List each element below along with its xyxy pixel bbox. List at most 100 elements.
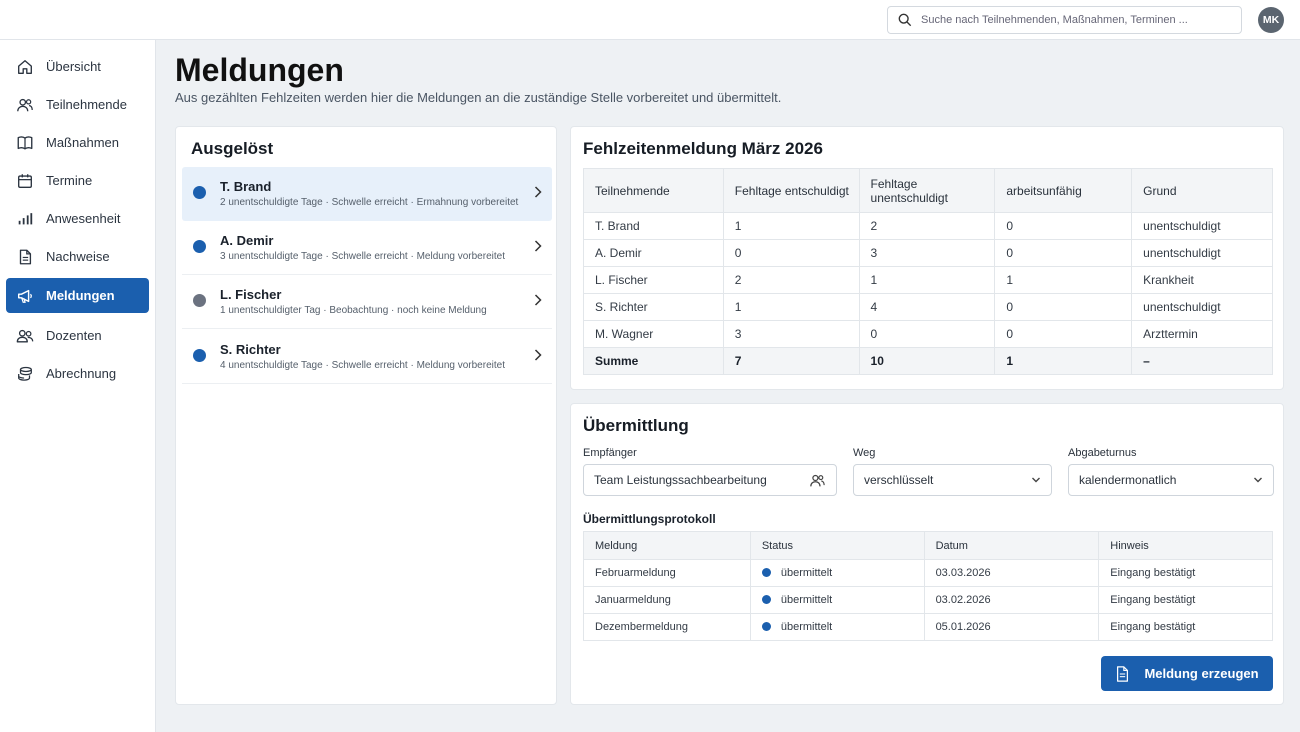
table-cell: 03.02.2026 — [923, 586, 1100, 614]
list-item[interactable]: T. Brand 2 unentschuldigte Tage · Schwel… — [182, 167, 552, 221]
table-cell: L. Fischer — [583, 266, 724, 294]
status-text: übermittelt — [780, 621, 833, 633]
page-subtitle: Aus gezählten Fehlzeiten werden hier die… — [175, 90, 782, 105]
bar-chart-icon — [18, 212, 33, 224]
table-header-row: Teilnehmende Fehltage entschuldigt Fehlt… — [583, 168, 1273, 213]
table-row: A. Demir 0 3 0 unentschuldigt — [583, 239, 1273, 267]
triggered-title: Ausgelöst — [191, 139, 274, 158]
sidebar-item-termine[interactable]: Termine — [6, 163, 149, 198]
table-cell: 1 — [858, 266, 996, 294]
table-cell: Januarmeldung — [583, 586, 751, 614]
sidebar-item-massnahmen[interactable]: Maßnahmen — [6, 125, 149, 160]
table-header-row: Meldung Status Datum Hinweis — [583, 531, 1273, 560]
table-cell: T. Brand — [583, 212, 724, 240]
column-header: Fehltage entschuldigt — [722, 168, 860, 213]
sidebar-item-dozenten[interactable]: Dozenten — [6, 318, 149, 353]
way-select[interactable]: verschlüsselt — [853, 464, 1052, 496]
participant-name: T. Brand — [220, 179, 272, 194]
sidebar: Übersicht Teilnehmende Maßnahmen Termine… — [0, 40, 156, 732]
sidebar-item-uebersicht[interactable]: Übersicht — [6, 49, 149, 84]
chevron-right-icon — [534, 240, 542, 252]
sidebar-item-label: Nachweise — [46, 249, 110, 264]
absence-table: Teilnehmende Fehltage entschuldigt Fehlt… — [583, 168, 1273, 375]
sidebar-item-teilnehmende[interactable]: Teilnehmende — [6, 87, 149, 122]
table-row: M. Wagner 3 0 0 Arzttermin — [583, 320, 1273, 348]
way-value: verschlüsselt — [864, 473, 934, 487]
table-row: S. Richter 1 4 0 unentschuldigt — [583, 293, 1273, 321]
table-cell: übermittelt — [749, 613, 925, 641]
table-row: Februarmeldung übermittelt 03.03.2026 Ei… — [583, 559, 1273, 587]
table-cell: übermittelt — [749, 559, 925, 587]
column-header: Hinweis — [1098, 531, 1273, 560]
way-label: Weg — [853, 447, 876, 459]
table-cell: 2 — [722, 266, 860, 294]
sidebar-item-anwesenheit[interactable]: Anwesenheit — [6, 201, 149, 236]
chevron-right-icon — [534, 349, 542, 361]
table-cell: unentschuldigt — [1131, 239, 1273, 267]
table-cell: Dezembermeldung — [583, 613, 751, 641]
search-box[interactable] — [887, 6, 1242, 34]
triggered-card: Ausgelöst T. Brand 2 unentschuldigte Tag… — [175, 126, 557, 705]
table-cell: unentschuldigt — [1131, 212, 1273, 240]
chevron-right-icon — [534, 294, 542, 306]
column-header: Grund — [1131, 168, 1273, 213]
table-cell: Eingang bestätigt — [1098, 586, 1273, 614]
list-item[interactable]: L. Fischer 1 unentschuldigter Tag · Beob… — [182, 275, 552, 329]
status-text: übermittelt — [780, 567, 833, 579]
sidebar-item-meldungen[interactable]: Meldungen — [6, 278, 149, 313]
table-cell: unentschuldigt — [1131, 293, 1273, 321]
users-icon[interactable] — [809, 473, 826, 488]
column-header: Fehltage unentschuldigt — [858, 168, 996, 213]
status-dot — [193, 349, 206, 362]
sidebar-item-label: Dozenten — [46, 328, 102, 343]
table-cell: 1 — [994, 266, 1133, 294]
table-cell: 1 — [722, 212, 860, 240]
cycle-select[interactable]: kalendermonatlich — [1068, 464, 1274, 496]
table-cell: 10 — [858, 347, 996, 375]
create-report-button[interactable]: Meldung erzeugen — [1101, 656, 1273, 691]
table-cell: übermittelt — [749, 586, 925, 614]
sidebar-item-label: Meldungen — [46, 288, 115, 303]
table-cell: 0 — [858, 320, 996, 348]
create-report-label: Meldung erzeugen — [1144, 666, 1259, 681]
list-item[interactable]: A. Demir 3 unentschuldigte Tage · Schwel… — [182, 221, 552, 275]
table-cell: 2 — [858, 212, 996, 240]
status-dot — [761, 568, 771, 577]
people-icon — [16, 329, 34, 343]
report-card: Fehlzeitenmeldung März 2026 Teilnehmende… — [570, 126, 1284, 390]
chevron-down-icon — [1032, 477, 1040, 483]
transfer-title: Übermittlung — [583, 416, 689, 435]
table-row: L. Fischer 2 1 1 Krankheit — [583, 266, 1273, 294]
list-item[interactable]: S. Richter 4 unentschuldigte Tage · Schw… — [182, 330, 552, 384]
participant-status: 3 unentschuldigte Tage · Schwelle erreic… — [220, 251, 505, 262]
book-icon — [17, 135, 33, 150]
status-dot — [193, 240, 206, 253]
participant-status: 2 unentschuldigte Tage · Schwelle erreic… — [220, 197, 519, 208]
recipient-value: Team Leistungssachbearbeitung — [594, 473, 767, 487]
recipient-field[interactable]: Team Leistungssachbearbeitung — [583, 464, 837, 496]
avatar[interactable]: MK — [1258, 7, 1284, 33]
sidebar-item-label: Termine — [46, 173, 93, 188]
search-input[interactable] — [921, 14, 1221, 26]
table-cell: 0 — [994, 320, 1133, 348]
sidebar-item-abrechnung[interactable]: Abrechnung — [6, 356, 149, 391]
cycle-label: Abgabeturnus — [1068, 447, 1137, 459]
participant-status: 1 unentschuldigter Tag · Beobachtung · n… — [220, 305, 487, 316]
page-title: Meldungen — [175, 52, 344, 88]
sidebar-item-nachweise[interactable]: Nachweise — [6, 239, 149, 274]
table-cell: 3 — [722, 320, 860, 348]
table-cell: A. Demir — [583, 239, 724, 267]
home-icon — [18, 59, 32, 74]
search-icon — [898, 13, 912, 27]
column-header: Meldung — [583, 531, 751, 560]
table-cell: Eingang bestätigt — [1098, 559, 1273, 587]
column-header: Datum — [923, 531, 1100, 560]
document-icon — [1117, 665, 1129, 682]
participant-status: 4 unentschuldigte Tage · Schwelle erreic… — [220, 360, 505, 371]
status-dot — [193, 294, 206, 307]
table-cell: 3 — [858, 239, 996, 267]
status-dot — [193, 186, 206, 199]
table-cell: 05.01.2026 — [923, 613, 1100, 641]
table-cell: Arzttermin — [1131, 320, 1273, 348]
table-cell: M. Wagner — [583, 320, 724, 348]
